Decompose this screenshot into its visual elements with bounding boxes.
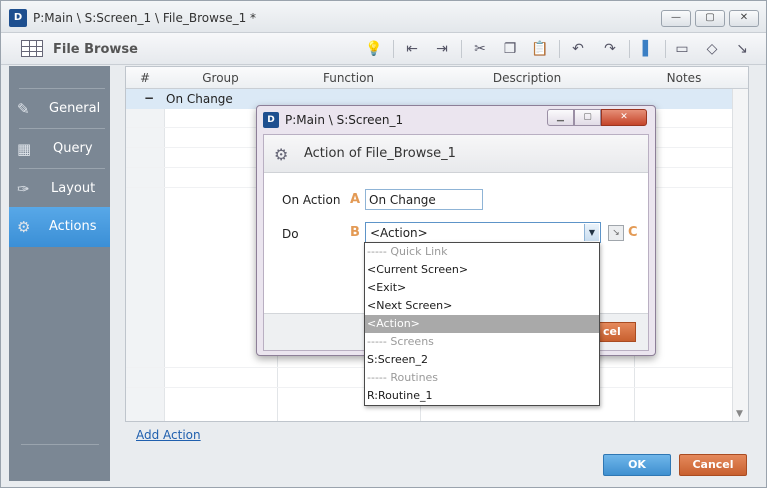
dialog-title: P:Main \ S:Screen_1 bbox=[285, 113, 404, 127]
column-header-notes[interactable]: Notes bbox=[634, 71, 734, 85]
scroll-down-icon[interactable]: ▼ bbox=[736, 409, 743, 419]
layout-icon: ✑ bbox=[17, 180, 30, 198]
goto-icon[interactable]: ↘ bbox=[731, 39, 753, 59]
comment-icon[interactable]: ▌ bbox=[637, 39, 659, 59]
marker-b: B bbox=[350, 225, 360, 240]
sidebar-item-layout[interactable]: ✑ Layout bbox=[9, 169, 110, 209]
dropdown-option[interactable]: <Exit> bbox=[365, 279, 599, 297]
indent-right-icon[interactable]: ⇥ bbox=[431, 39, 453, 59]
cancel-button[interactable]: Cancel bbox=[679, 454, 747, 476]
dialog-close-button[interactable]: ✕ bbox=[601, 109, 647, 126]
column-header-description[interactable]: Description bbox=[420, 71, 634, 85]
sidebar-item-label: Query bbox=[53, 141, 93, 156]
dropdown-option[interactable]: <Next Screen> bbox=[365, 297, 599, 315]
dropdown-group-header: ----- Routines bbox=[367, 371, 439, 384]
sidebar-item-label: Actions bbox=[49, 219, 97, 234]
column-header-function[interactable]: Function bbox=[277, 71, 420, 85]
dialog-logo-icon: D bbox=[263, 112, 279, 128]
on-action-label: On Action bbox=[282, 193, 341, 207]
dropdown-option[interactable]: <Current Screen> bbox=[365, 261, 599, 279]
app-logo-icon: D bbox=[9, 9, 27, 27]
grid-header: # Group Function Description Notes bbox=[126, 67, 748, 89]
note-icon[interactable]: ▭ bbox=[671, 39, 693, 59]
close-button[interactable]: ✕ bbox=[729, 10, 759, 27]
toolbar-title: File Browse bbox=[53, 42, 138, 57]
sidebar-item-label: General bbox=[49, 101, 101, 116]
dialog-title-bar: D P:Main \ S:Screen_1 ▁ ▢ ✕ bbox=[257, 106, 655, 132]
copy-icon[interactable]: ❐ bbox=[499, 39, 521, 59]
chevron-down-icon[interactable]: ▼ bbox=[584, 224, 599, 241]
toolbar-separator bbox=[665, 40, 666, 58]
dropdown-group-header: ----- Screens bbox=[367, 335, 434, 348]
collapse-toggle-icon[interactable]: − bbox=[144, 91, 154, 105]
sidebar-item-general[interactable]: ✎ General bbox=[9, 89, 110, 129]
pencil-icon: ✎ bbox=[17, 100, 30, 118]
indent-left-icon[interactable]: ⇤ bbox=[401, 39, 423, 59]
lightbulb-icon[interactable]: 💡 bbox=[363, 39, 385, 59]
dropdown-option[interactable]: S:Screen_2 bbox=[365, 351, 599, 369]
sidebar-item-query[interactable]: ▦ Query bbox=[9, 129, 110, 169]
dialog-header: ⚙ Action of File_Browse_1 bbox=[264, 135, 648, 173]
cut-icon[interactable]: ✂ bbox=[469, 39, 491, 59]
gears-icon: ⚙ bbox=[17, 218, 31, 236]
dialog-minimize-button[interactable]: ▁ bbox=[547, 109, 574, 126]
sidebar-item-actions[interactable]: ⚙ Actions bbox=[9, 207, 110, 247]
ok-button[interactable]: OK bbox=[603, 454, 671, 476]
do-selected-value: <Action> bbox=[370, 226, 428, 240]
grid-icon bbox=[21, 40, 43, 57]
marker-a: A bbox=[350, 192, 361, 207]
sidebar-item-label: Layout bbox=[51, 181, 96, 196]
title-bar: D P:Main \ S:Screen_1 \ File_Browse_1 * … bbox=[1, 1, 766, 33]
column-divider bbox=[164, 67, 165, 421]
undo-icon[interactable]: ↶ bbox=[567, 39, 589, 59]
redo-icon[interactable]: ↷ bbox=[599, 39, 621, 59]
toolbar: File Browse 💡 ⇤ ⇥ ✂ ❐ 📋 ↶ ↷ ▌ ▭ ◇ ↘ bbox=[1, 33, 766, 65]
add-action-link[interactable]: Add Action bbox=[136, 428, 201, 442]
maximize-button[interactable]: ▢ bbox=[695, 10, 725, 27]
diamond-icon[interactable]: ◇ bbox=[701, 39, 723, 59]
dropdown-option-selected[interactable]: <Action> bbox=[365, 315, 599, 333]
sidebar-separator bbox=[21, 444, 99, 445]
row-number-column bbox=[126, 89, 164, 421]
query-icon: ▦ bbox=[17, 140, 32, 158]
column-header-number[interactable]: # bbox=[126, 71, 164, 85]
sidebar: ✎ General ▦ Query ✑ Layout ⚙ Actions bbox=[9, 66, 110, 481]
dialog-maximize-button[interactable]: ▢ bbox=[574, 109, 601, 126]
marker-c: C bbox=[628, 225, 638, 240]
paste-icon[interactable]: 📋 bbox=[529, 39, 551, 59]
toolbar-separator bbox=[393, 40, 394, 58]
goto-target-button[interactable]: ↘ bbox=[608, 225, 624, 241]
dialog-cancel-button[interactable]: cel bbox=[594, 322, 636, 342]
window-title: P:Main \ S:Screen_1 \ File_Browse_1 * bbox=[33, 11, 257, 25]
gear-icon: ⚙ bbox=[274, 145, 289, 164]
do-dropdown-list: ----- Quick Link <Current Screen> <Exit>… bbox=[364, 242, 600, 406]
on-action-field[interactable]: On Change bbox=[365, 189, 483, 210]
dropdown-group-header: ----- Quick Link bbox=[367, 245, 448, 258]
group-label: On Change bbox=[166, 92, 233, 106]
do-select[interactable]: <Action> ▼ bbox=[365, 222, 601, 243]
toolbar-separator bbox=[461, 40, 462, 58]
toolbar-separator bbox=[559, 40, 560, 58]
column-header-group[interactable]: Group bbox=[164, 71, 277, 85]
dialog-heading: Action of File_Browse_1 bbox=[304, 146, 456, 161]
dropdown-option[interactable]: R:Routine_1 bbox=[365, 387, 599, 405]
vertical-scrollbar[interactable]: ▼ bbox=[732, 89, 748, 421]
do-label: Do bbox=[282, 227, 299, 241]
toolbar-separator bbox=[629, 40, 630, 58]
minimize-button[interactable]: — bbox=[661, 10, 691, 27]
